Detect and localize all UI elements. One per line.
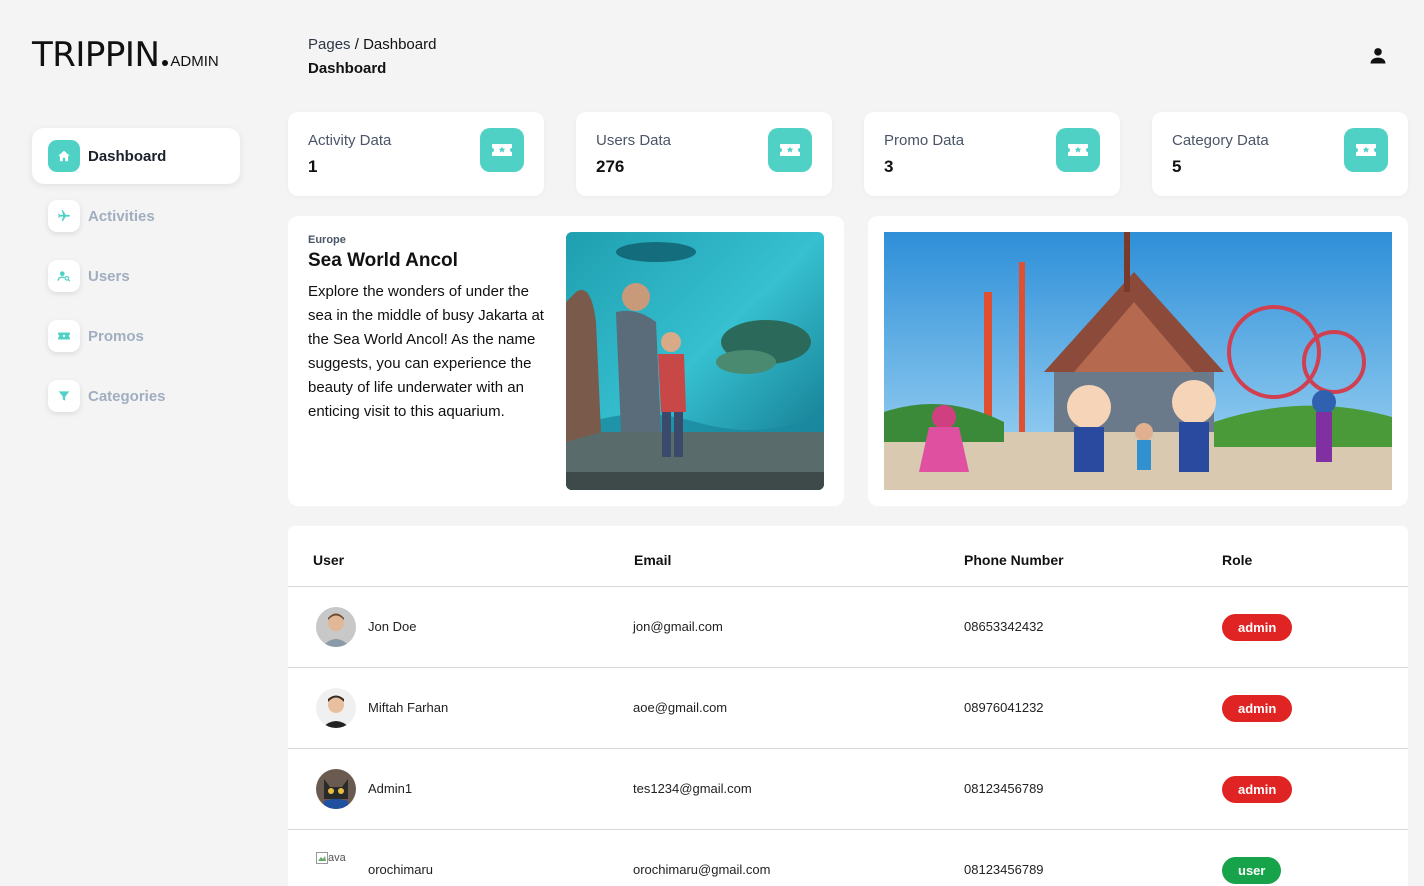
sidebar-item-activities[interactable]: Activities: [32, 188, 240, 244]
column-header-email: Email: [634, 552, 672, 568]
avatar: [316, 607, 356, 647]
sidebar-item-categories[interactable]: Categories: [32, 368, 240, 424]
sidebar-item-label: Promos: [88, 327, 144, 345]
feature-description: Explore the wonders of under the sea in …: [308, 283, 544, 420]
role-badge: admin: [1222, 776, 1293, 803]
table-row[interactable]: Admin1 tes1234@gmail.com 08123456789 adm…: [288, 749, 1408, 830]
theme-park-image: [884, 232, 1392, 490]
ticket-icon: [1056, 128, 1100, 172]
user-name: Admin1: [368, 781, 413, 796]
sidebar-item-label: Categories: [88, 387, 166, 405]
sidebar-item-label: Dashboard: [88, 147, 167, 165]
aquarium-image: [566, 232, 824, 490]
table-row[interactable]: ava orochimaru orochimaru@gmail.com 0812…: [288, 830, 1408, 886]
breadcrumb-current: Dashboard: [363, 36, 437, 53]
user-phone: 08123456789: [964, 781, 1044, 796]
sidebar-item-label: Users: [88, 267, 130, 285]
avatar: [316, 688, 356, 728]
brand-logo: TRIPPIN ADMIN: [32, 38, 219, 72]
column-header-role: Role: [1222, 552, 1253, 568]
breadcrumb: Pages / Dashboard: [308, 36, 436, 53]
user-email: orochimaru@gmail.com: [633, 862, 771, 877]
breadcrumb-separator: /: [354, 36, 359, 53]
ticket-icon: [480, 128, 524, 172]
user-name: Jon Doe: [368, 619, 417, 634]
column-header-user: User: [313, 552, 345, 568]
plane-icon: [48, 200, 80, 232]
sidebar-item-users[interactable]: Users: [32, 248, 240, 304]
brand-dot: [162, 60, 169, 66]
stat-card-users: Users Data 276: [576, 112, 832, 196]
sidebar-item-promos[interactable]: Promos: [32, 308, 240, 364]
user-phone: 08653342432: [964, 619, 1044, 634]
user-phone: 08123456789: [964, 862, 1044, 877]
table-row[interactable]: Jon Doe jon@gmail.com 08653342432 admin: [288, 587, 1408, 668]
featured-activity-card[interactable]: Europe Sea World Ancol Explore the wonde…: [288, 216, 844, 506]
user-email: aoe@gmail.com: [633, 700, 728, 715]
stat-card-promo: Promo Data 3: [864, 112, 1120, 196]
user-name: orochimaru: [368, 862, 434, 877]
users-table: User Email Phone Number Role Jon Doe jon…: [288, 526, 1408, 886]
stat-card-activity: Activity Data 1: [288, 112, 544, 196]
user-name: Miftah Farhan: [368, 700, 449, 715]
sidebar-item-dashboard[interactable]: Dashboard: [32, 128, 240, 184]
user-phone: 08976041232: [964, 700, 1044, 715]
brand-name: TRIPPIN: [32, 35, 160, 75]
role-badge: admin: [1222, 695, 1293, 722]
sidebar-nav: Dashboard Activities Users Promos Catego…: [32, 128, 240, 428]
column-header-phone: Phone Number: [964, 552, 1064, 568]
table-row[interactable]: Miftah Farhan aoe@gmail.com 08976041232 …: [288, 668, 1408, 749]
user-email: jon@gmail.com: [633, 619, 723, 634]
user-email: tes1234@gmail.com: [633, 781, 752, 796]
home-icon: [48, 140, 80, 172]
user-search-icon: [48, 260, 80, 292]
table-header: User Email Phone Number Role: [288, 526, 1408, 587]
ticket-icon: [1344, 128, 1388, 172]
theme-park-image-card[interactable]: [868, 216, 1408, 506]
role-badge: admin: [1222, 614, 1293, 641]
avatar-alt-text: ava: [328, 852, 346, 864]
page-title: Dashboard: [308, 60, 387, 77]
role-badge: user: [1222, 857, 1282, 884]
ticket-icon: [768, 128, 812, 172]
broken-image-icon: ava: [316, 852, 346, 864]
sidebar-item-label: Activities: [88, 207, 155, 225]
filter-icon: [48, 380, 80, 412]
ticket-icon: [48, 320, 80, 352]
stat-card-category: Category Data 5: [1152, 112, 1408, 196]
breadcrumb-root[interactable]: Pages: [308, 36, 351, 53]
avatar: [316, 769, 356, 809]
user-profile-icon[interactable]: [1368, 46, 1388, 66]
brand-sub: ADMIN: [170, 53, 219, 70]
